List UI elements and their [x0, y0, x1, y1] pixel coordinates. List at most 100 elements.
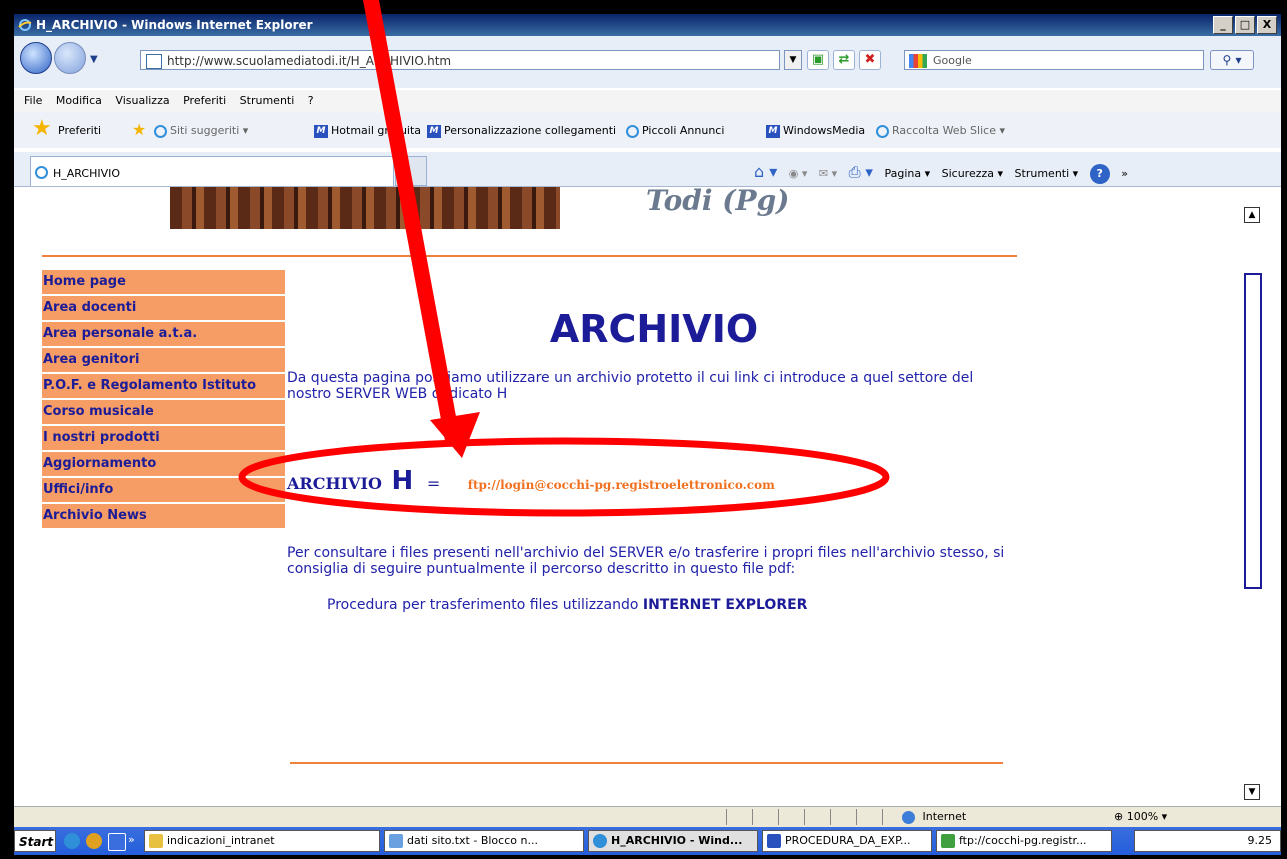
fav-link-label: Siti suggeriti ▾: [170, 124, 249, 137]
fav-link-web-slice[interactable]: Raccolta Web Slice ▾: [876, 124, 1005, 138]
word-icon: [767, 834, 781, 848]
help-icon[interactable]: ?: [1089, 164, 1110, 184]
status-divider: [830, 809, 831, 825]
ie-page-icon: [35, 166, 48, 179]
nav-area-genitori[interactable]: Area genitori: [42, 348, 285, 374]
nav-pof-regolamento[interactable]: P.O.F. e Regolamento Istituto: [42, 374, 285, 400]
fav-link-label: Raccolta Web Slice ▾: [892, 124, 1005, 137]
quicklaunch-ie-icon[interactable]: [64, 833, 80, 849]
fav-link-siti-suggeriti[interactable]: Siti suggeriti ▾: [154, 124, 248, 138]
mail-icon[interactable]: ✉ ▾: [819, 167, 837, 180]
maximize-button[interactable]: □: [1235, 16, 1255, 34]
menu-file[interactable]: File: [24, 94, 42, 107]
fav-link-hotmail[interactable]: M Hotmail gratuita: [314, 124, 421, 138]
menu-sicurezza[interactable]: Sicurezza ▾: [942, 167, 1003, 180]
history-dropdown-icon[interactable]: ▼: [90, 54, 98, 65]
status-divider: [726, 809, 727, 825]
zone-label: Internet: [922, 810, 967, 823]
task-notepad[interactable]: dati sito.txt - Blocco n...: [384, 830, 584, 852]
task-label: indicazioni_intranet: [167, 834, 275, 847]
task-ie-h-archivio[interactable]: H_ARCHIVIO - Wind...: [588, 830, 758, 852]
forward-button[interactable]: [54, 42, 86, 74]
print-icon[interactable]: ⎙ ▾: [849, 163, 873, 181]
menu-strumenti-cmd[interactable]: Strumenti ▾: [1015, 167, 1079, 180]
menu-preferiti[interactable]: Preferiti: [183, 94, 226, 107]
archive-letter: H: [391, 466, 414, 496]
task-word-procedura[interactable]: PROCEDURA_DA_EXP...: [762, 830, 932, 852]
nav-area-docenti[interactable]: Area docenti: [42, 296, 285, 322]
procedure-link[interactable]: INTERNET EXPLORER: [643, 597, 808, 613]
minimize-button[interactable]: _: [1213, 16, 1233, 34]
quicklaunch-browser-icon[interactable]: [86, 833, 102, 849]
msn-icon: M: [314, 124, 328, 138]
compatibility-icon[interactable]: ▣: [807, 50, 829, 70]
back-button[interactable]: [20, 42, 52, 74]
scroll-thumb[interactable]: [1244, 273, 1262, 589]
status-divider: [752, 809, 753, 825]
address-input[interactable]: http://www.scuolamediatodi.it/H_ARCHIVIO…: [140, 50, 780, 70]
task-label: PROCEDURA_DA_EXP...: [785, 834, 911, 847]
fav-link-windowsmedia[interactable]: M WindowsMedia: [766, 124, 865, 138]
status-bar: Internet ⊕ 100% ▾: [14, 806, 1281, 827]
menu-pagina[interactable]: Pagina ▾: [884, 167, 930, 180]
nav-uffici-info[interactable]: Uffici/info: [42, 478, 285, 504]
search-button[interactable]: ⚲ ▾: [1210, 50, 1254, 70]
favorites-button[interactable]: Preferiti: [58, 124, 101, 137]
refresh-icon[interactable]: ⇄: [833, 50, 855, 70]
task-ftp[interactable]: ftp://cocchi-pg.registr...: [936, 830, 1112, 852]
msn-icon: M: [427, 124, 441, 138]
nav-corso-musicale[interactable]: Corso musicale: [42, 400, 285, 426]
security-zone[interactable]: Internet: [902, 810, 966, 824]
quicklaunch-desktop-icon[interactable]: [108, 833, 126, 851]
fav-link-piccoli-annunci[interactable]: Piccoli Annunci: [626, 124, 724, 138]
ftp-link[interactable]: ftp://login@cocchi-pg.registroelettronic…: [468, 478, 775, 492]
new-tab-button[interactable]: [395, 156, 427, 186]
procedure-line: Procedura per trasferimento files utiliz…: [327, 597, 807, 613]
task-label: dati sito.txt - Blocco n...: [407, 834, 538, 847]
zoom-control[interactable]: ⊕ 100% ▾: [1114, 810, 1167, 823]
vertical-scrollbar[interactable]: ▲ ▼: [1244, 187, 1264, 804]
overflow-chevron-icon[interactable]: »: [1121, 167, 1128, 180]
menu-help[interactable]: ?: [308, 94, 314, 107]
home-icon[interactable]: ⌂ ▾: [754, 162, 777, 181]
page-content: Todi (Pg) Home page Area docenti Area pe…: [14, 187, 1281, 804]
add-favorites-icon[interactable]: ★: [132, 120, 146, 139]
ie-page-icon: [626, 124, 639, 138]
address-url: http://www.scuolamediatodi.it/H_ARCHIVIO…: [167, 54, 452, 68]
page-icon: [146, 54, 162, 69]
quicklaunch-chevron[interactable]: »: [128, 833, 135, 846]
rss-icon[interactable]: ◉ ▾: [789, 167, 808, 180]
fav-link-label: Personalizzazione collegamenti: [444, 124, 617, 137]
favorites-bar: ★ Preferiti ★ Siti suggeriti ▾ M Hotmail …: [14, 112, 1281, 148]
fav-link-personalizzazione[interactable]: M Personalizzazione collegamenti: [427, 124, 616, 138]
procedure-text: Procedura per trasferimento files utiliz…: [327, 597, 639, 613]
ftp-folder-icon: [941, 834, 955, 848]
menu-modifica[interactable]: Modifica: [56, 94, 102, 107]
task-indicazioni-intranet[interactable]: indicazioni_intranet: [144, 830, 380, 852]
start-button[interactable]: Start: [14, 830, 56, 852]
left-navigation: Home page Area docenti Area personale a.…: [42, 270, 285, 530]
fav-link-label: WindowsMedia: [783, 124, 866, 137]
nav-aggiornamento[interactable]: Aggiornamento: [42, 452, 285, 478]
nav-nostri-prodotti[interactable]: I nostri prodotti: [42, 426, 285, 452]
books-banner-image: [170, 187, 560, 229]
window-title: H_ARCHIVIO - Windows Internet Explorer: [36, 18, 313, 32]
nav-archivio-news[interactable]: Archivio News: [42, 504, 285, 530]
nav-area-personale-ata[interactable]: Area personale a.t.a.: [42, 322, 285, 348]
scroll-down-arrow-icon[interactable]: ▼: [1244, 784, 1260, 800]
tab-h-archivio[interactable]: H_ARCHIVIO: [30, 156, 394, 186]
search-placeholder: Google: [933, 54, 972, 67]
address-dropdown-button[interactable]: ▼: [784, 50, 802, 70]
fav-link-label: Piccoli Annunci: [642, 124, 725, 137]
favorites-star-icon: ★: [32, 116, 52, 141]
tab-title: H_ARCHIVIO: [53, 167, 121, 180]
search-input[interactable]: Google: [904, 50, 1204, 70]
menu-strumenti[interactable]: Strumenti: [240, 94, 295, 107]
stop-icon[interactable]: ✖: [859, 50, 881, 70]
nav-home-page[interactable]: Home page: [42, 270, 285, 296]
menu-visualizza[interactable]: Visualizza: [115, 94, 169, 107]
close-button[interactable]: X: [1257, 16, 1277, 34]
ie-logo-icon: [18, 18, 32, 32]
scroll-up-arrow-icon[interactable]: ▲: [1244, 207, 1260, 223]
menu-bar: File Modifica Visualizza Preferiti Strum…: [14, 90, 1281, 112]
